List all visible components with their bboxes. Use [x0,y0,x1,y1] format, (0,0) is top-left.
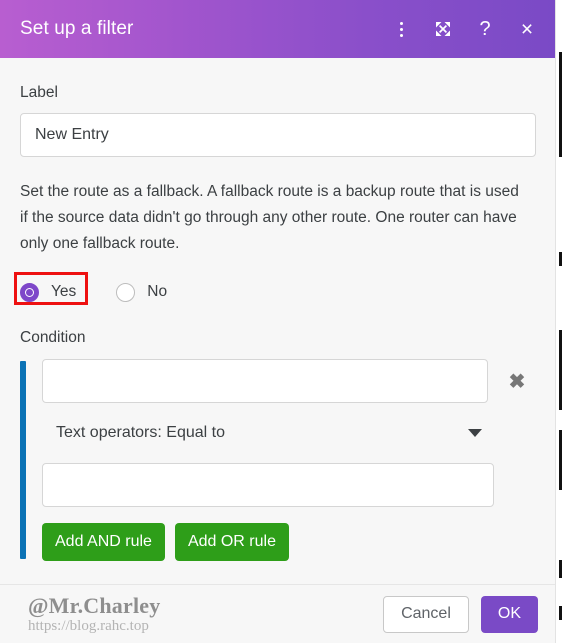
dialog-title: Set up a filter [20,18,134,39]
radio-option-yes[interactable]: Yes [20,282,77,302]
condition-caption: Condition [20,329,86,346]
radio-yes-mark [20,282,39,302]
radio-option-no[interactable]: No [116,282,168,302]
condition-operator-value: Text operators: Equal to [56,424,225,441]
radio-yes-label: Yes [51,283,77,300]
watermark-handle: @Mr.Charley [28,592,161,618]
footer-actions: Cancel OK [383,595,538,633]
dialog-body: Label Set the route as a fallback. A fal… [0,58,556,584]
cancel-button[interactable]: Cancel [383,595,469,633]
close-icon[interactable]: × [516,18,538,40]
condition-fields: ✖ Text operators: Equal to Add AND rule … [26,359,536,561]
condition-group: ✖ Text operators: Equal to Add AND rule … [20,359,536,561]
expand-arrows-glyph [436,22,450,36]
fallback-radio-group: Yes No [14,272,536,307]
condition-operator-select[interactable]: Text operators: Equal to [42,415,494,451]
filter-dialog: Set up a filter ? × Label New Entry Set … [0,0,562,643]
page-right-edge [555,0,562,643]
ok-button[interactable]: OK [480,595,538,633]
radio-no-label: No [147,283,168,300]
radio-no-mark [116,282,136,302]
add-and-rule-button[interactable]: Add AND rule [42,523,165,561]
titlebar-actions: ? × [390,18,538,40]
condition-value-input[interactable] [42,463,494,507]
rule-buttons: Add AND rule Add OR rule [42,523,536,561]
expand-icon[interactable] [432,18,454,40]
delete-condition-icon[interactable]: ✖ [498,362,536,400]
watermark: @Mr.Charley https://blog.rahc.top [20,594,383,635]
watermark-url: https://blog.rahc.top [28,617,149,634]
dialog-titlebar: Set up a filter ? × [0,0,556,58]
label-caption: Label [20,84,58,101]
add-or-rule-button[interactable]: Add OR rule [174,523,289,561]
chevron-down-icon [468,429,482,437]
label-input[interactable] [20,113,536,157]
more-options-icon[interactable] [390,18,412,40]
dialog-footer: @Mr.Charley https://blog.rahc.top Cancel… [0,584,556,643]
fallback-description: Set the route as a fallback. A fallback … [20,183,519,252]
condition-field-input[interactable] [42,359,488,403]
help-icon[interactable]: ? [474,18,496,40]
vertical-dots-glyph [399,21,403,37]
condition-row-field: ✖ [42,359,536,403]
